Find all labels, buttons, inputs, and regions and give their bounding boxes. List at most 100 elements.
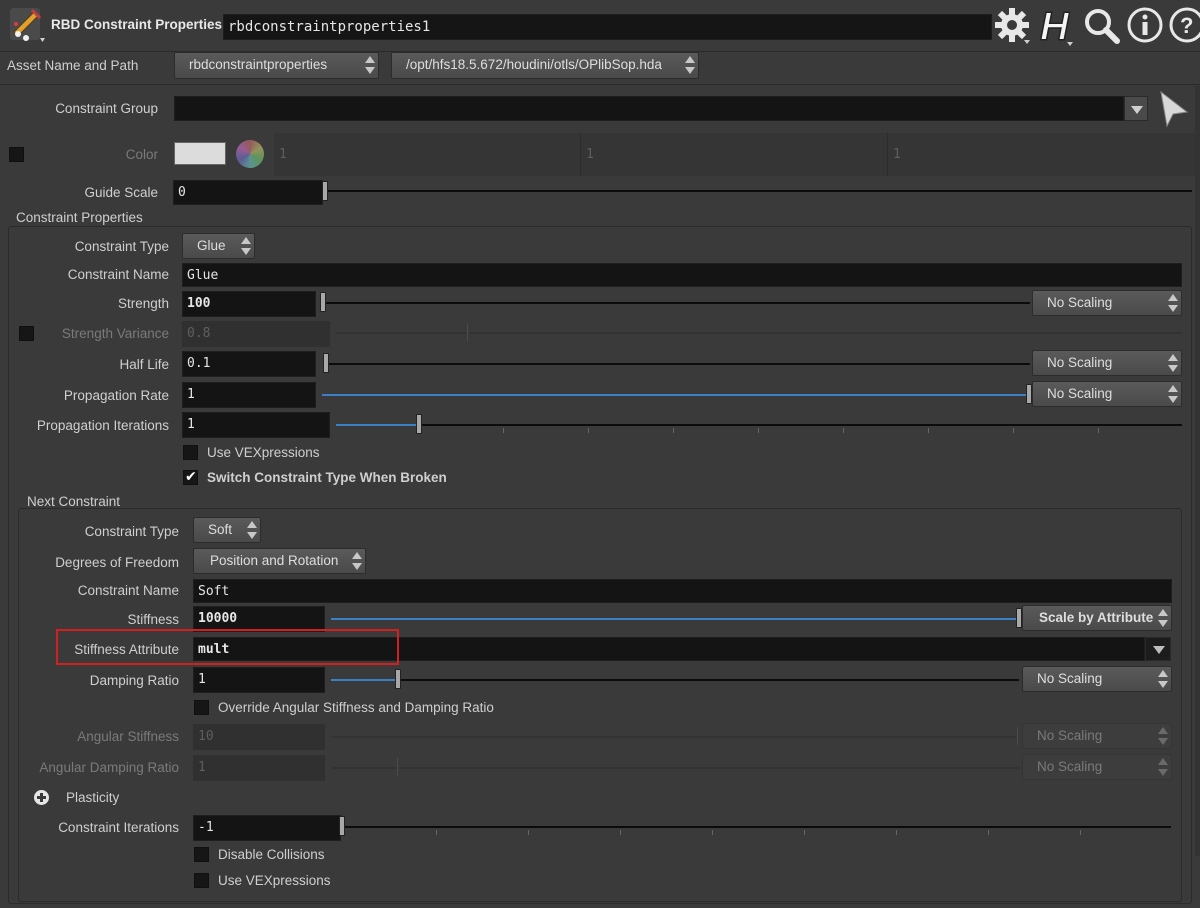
nc-use-vexpressions-checkbox[interactable] [194, 873, 209, 888]
angular-stiffness-handle[interactable] [1016, 726, 1019, 746]
angular-damping-field[interactable]: 1 [193, 755, 325, 781]
propagation-rate-field[interactable]: 1 [182, 382, 316, 408]
propagation-rate-label: Propagation Rate [63, 388, 169, 403]
constraint-iterations-handle[interactable] [339, 816, 345, 836]
updown-arrow-icon [1168, 294, 1178, 312]
constraint-group-label: Constraint Group [55, 101, 158, 116]
stiffness-scaling-menu[interactable]: Scale by Attribute [1022, 605, 1172, 631]
divider [0, 84, 1200, 85]
guide-scale-handle[interactable] [322, 181, 328, 201]
damping-ratio-field[interactable]: 1 [193, 667, 325, 693]
damping-ratio-label: Damping Ratio [89, 673, 179, 688]
color-value-g[interactable]: 1 [586, 147, 594, 162]
gear-icon[interactable] [994, 6, 1036, 46]
color-value-b[interactable]: 1 [893, 147, 901, 162]
strength-handle[interactable] [320, 292, 326, 312]
plasticity-expand-icon[interactable] [34, 790, 49, 805]
updown-arrow-icon [241, 237, 251, 255]
nc-constraint-type-menu[interactable]: Soft [193, 517, 261, 543]
damping-ratio-slider[interactable] [397, 679, 1019, 681]
nc-constraint-name-label: Constraint Name [77, 583, 179, 598]
cp-use-vexpressions-checkbox[interactable] [183, 445, 198, 460]
color-swatch[interactable] [174, 142, 226, 165]
divider [887, 133, 888, 176]
half-life-field[interactable]: 0.1 [182, 351, 316, 377]
slider-tick [758, 428, 759, 433]
strength-variance-slider[interactable] [336, 332, 1182, 334]
stiffness-attribute-dropdown[interactable] [1145, 637, 1171, 661]
cp-constraint-type-label: Constraint Type [74, 239, 169, 254]
strength-scaling-menu[interactable]: No Scaling [1032, 290, 1182, 316]
slider-tick [673, 428, 674, 433]
slider-tick [528, 830, 529, 835]
strength-slider[interactable] [324, 302, 1030, 304]
constraint-iterations-field[interactable]: -1 [193, 815, 341, 841]
updown-arrow-icon [1168, 354, 1178, 372]
propagation-rate-slider[interactable] [322, 394, 1028, 396]
strength-field[interactable]: 100 [182, 291, 316, 317]
strength-scaling-value: No Scaling [1047, 295, 1113, 310]
asset-path-menu[interactable]: /opt/hfs18.5.672/houdini/otls/OPlibSop.h… [391, 52, 699, 79]
propagation-iterations-label: Propagation Iterations [36, 418, 169, 433]
nc-constraint-type-label: Constraint Type [84, 524, 179, 539]
nc-constraint-type-value: Soft [208, 522, 233, 537]
propagation-iterations-field[interactable]: 1 [182, 412, 330, 438]
angular-stiffness-scaling-menu[interactable]: No Scaling [1022, 723, 1172, 749]
rbd-node-icon[interactable] [6, 4, 48, 46]
half-life-slider[interactable] [324, 363, 1030, 365]
dof-menu[interactable]: Position and Rotation [193, 548, 366, 574]
angular-damping-scaling-value: No Scaling [1037, 759, 1103, 774]
search-icon[interactable] [1082, 6, 1122, 46]
color-wheel-icon[interactable] [236, 140, 264, 168]
updown-arrow-icon [1158, 609, 1168, 627]
angular-damping-handle[interactable] [396, 757, 399, 777]
half-life-handle[interactable] [323, 353, 329, 373]
guide-scale-slider[interactable] [328, 190, 1192, 192]
updown-arrow-icon [1158, 758, 1168, 776]
strength-variance-handle[interactable] [466, 322, 469, 342]
switch-type-checkbox[interactable] [183, 468, 198, 485]
constraint-group-dropdown[interactable] [1124, 96, 1148, 121]
damping-ratio-scaling-menu[interactable]: No Scaling [1022, 666, 1172, 692]
select-arrow-icon[interactable] [1157, 90, 1191, 128]
scrollbar[interactable] [1195, 86, 1200, 856]
propagation-iterations-handle[interactable] [416, 414, 422, 434]
updown-arrow-icon [365, 56, 375, 74]
nc-use-vexpressions-label: Use VEXpressions [218, 873, 331, 888]
houdini-h-icon[interactable]: H [1038, 4, 1080, 50]
disable-collisions-label: Disable Collisions [218, 847, 325, 862]
angular-stiffness-field[interactable]: 10 [193, 724, 325, 750]
propagation-iterations-slider[interactable] [418, 424, 1182, 426]
stiffness-slider[interactable] [331, 618, 1019, 620]
asset-name-value: rbdconstraintproperties [189, 57, 328, 72]
propagation-rate-scaling-menu[interactable]: No Scaling [1032, 381, 1182, 407]
angular-damping-slider[interactable] [331, 767, 1019, 769]
nc-constraint-name-field[interactable]: Soft [193, 579, 1172, 603]
guide-scale-field[interactable]: 0 [173, 180, 323, 205]
chevron-down-icon [1131, 106, 1143, 114]
damping-ratio-handle[interactable] [395, 669, 401, 689]
asset-label: Asset Name and Path [7, 58, 139, 73]
info-icon[interactable] [1126, 6, 1164, 44]
angular-damping-scaling-menu[interactable]: No Scaling [1022, 754, 1172, 780]
node-name-field[interactable]: rbdconstraintproperties1 [223, 14, 992, 40]
propagation-iterations-slider-fill[interactable] [336, 424, 418, 426]
slider-tick [712, 830, 713, 835]
constraint-group-field[interactable] [174, 96, 1124, 121]
constraint-iterations-slider[interactable] [343, 826, 1171, 828]
cp-constraint-name-field[interactable]: Glue [182, 263, 1182, 287]
override-angular-checkbox[interactable] [194, 700, 209, 715]
half-life-scaling-menu[interactable]: No Scaling [1032, 350, 1182, 376]
strength-variance-field[interactable]: 0.8 [182, 321, 330, 347]
asset-name-menu[interactable]: rbdconstraintproperties [174, 52, 379, 79]
damping-ratio-slider-fill[interactable] [331, 679, 397, 681]
color-value-r[interactable]: 1 [279, 147, 287, 162]
disable-collisions-checkbox[interactable] [194, 847, 209, 862]
color-toggle-checkbox[interactable] [9, 147, 24, 162]
angular-stiffness-slider[interactable] [331, 736, 1019, 738]
cp-constraint-type-menu[interactable]: Glue [182, 233, 255, 259]
svg-text:?: ? [1180, 13, 1193, 38]
help-icon[interactable]: ? [1168, 6, 1200, 44]
strength-variance-checkbox[interactable] [19, 326, 34, 341]
plasticity-label[interactable]: Plasticity [66, 790, 119, 805]
